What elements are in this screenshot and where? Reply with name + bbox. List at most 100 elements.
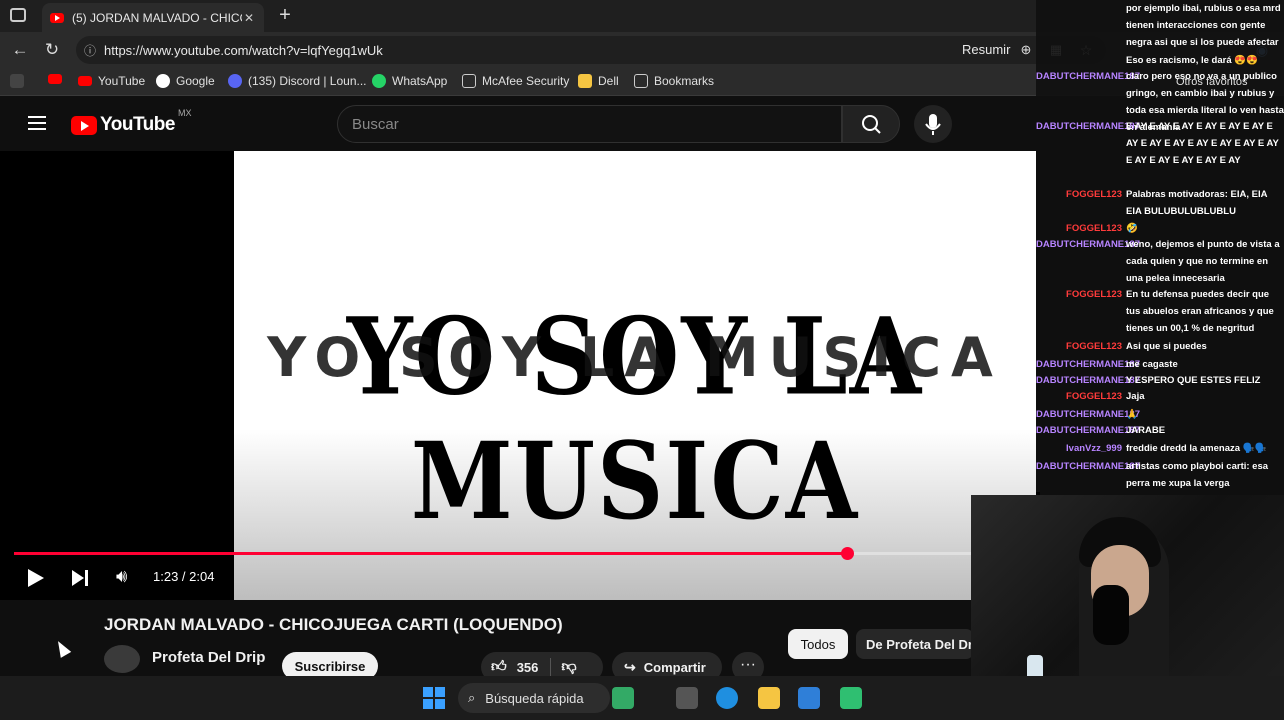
tab-title: (5) JORDAN MALVADO - CHICOJU (72, 10, 242, 25)
channel-avatar[interactable] (104, 645, 140, 673)
like-icon[interactable]: 👍︎ (491, 658, 507, 676)
chat-username: FOGGEL123 (1066, 223, 1122, 234)
summarize-button[interactable]: Resumir (962, 42, 1010, 57)
chat-text: Palabras motivadoras: EIA, EIA EIA BULUB… (1126, 189, 1268, 217)
page-icon (634, 74, 648, 88)
task-view-icon[interactable] (676, 687, 698, 709)
app-icon[interactable] (840, 687, 862, 709)
play-icon[interactable] (28, 569, 44, 587)
chat-username (1036, 52, 1126, 69)
search-input[interactable]: Buscar (337, 105, 842, 143)
chat-username: DABUTCHERMANE187 (1036, 461, 1140, 472)
back-arrow-icon[interactable]: ← (10, 40, 30, 60)
mouse-cursor-icon (52, 638, 72, 658)
chat-username: IvanVzz_999 (1066, 443, 1122, 454)
chat-username (1036, 0, 1126, 51)
video-frame: YO SOY LA MUSICA YO SOY LA MUSICA (234, 151, 1036, 600)
chat-text: Eso es racismo, le dará 😍😍 (1126, 55, 1258, 66)
windows-start-icon[interactable] (423, 687, 445, 709)
bookmark-whatsapp[interactable]: WhatsApp (372, 74, 447, 88)
discord-icon (228, 74, 242, 88)
page-icon (462, 74, 476, 88)
microphone-object (1093, 585, 1129, 645)
chat-username: FOGGEL123 (1066, 289, 1122, 300)
chat-text: Asi que si puedes (1126, 341, 1207, 352)
chat-username: DABUTCHERMANE187 (1036, 375, 1140, 386)
tab-close-button[interactable]: ✕ (242, 11, 256, 25)
url-text: https://www.youtube.com/watch?v=lqfYegq1… (104, 42, 383, 58)
progress-fill (14, 552, 848, 555)
bookmark-bookmarks[interactable]: Bookmarks (634, 74, 714, 88)
site-info-icon[interactable]: ⓘ (76, 42, 104, 59)
chat-text: por ejemplo ibai, rubius o esa mrd tiene… (1126, 3, 1281, 48)
chat-message: DABUTCHERMANE187 Y ESPERO QUE ESTES FELIZ (1036, 372, 1284, 389)
bookmark-google[interactable]: Google (156, 74, 215, 88)
share-icon: ↪ (624, 658, 636, 675)
bookmark-discord[interactable]: (135) Discord | Loun... (228, 74, 367, 88)
chat-text: Y ESPERO QUE ESTES FELIZ (1126, 375, 1261, 386)
url-field[interactable]: ⓘ https://www.youtube.com/watch?v=lqfYeg… (76, 36, 1106, 64)
bookmark-dell-folder[interactable]: Dell (578, 74, 619, 88)
chat-username: DABUTCHERMANE187 (1036, 409, 1140, 420)
chat-message: FOGGEL123 🤣 (1036, 220, 1284, 237)
channel-name[interactable]: Profeta Del Drip (152, 649, 265, 666)
progress-bar[interactable] (14, 547, 972, 560)
chat-username: DABUTCHERMANE187 (1036, 425, 1140, 436)
chat-text: artistas como playboi carti: esa perra m… (1126, 461, 1269, 489)
chip-all[interactable]: Todos (788, 629, 848, 659)
file-explorer-icon[interactable] (758, 687, 780, 709)
widget-icon[interactable] (612, 687, 634, 709)
webcam-overlay (971, 495, 1284, 685)
youtube-logo[interactable]: YouTube MX (71, 108, 191, 136)
chat-username: FOGGEL123 (1066, 341, 1122, 352)
video-title: JORDAN MALVADO - CHICOJUEGA CARTI (LOQUE… (104, 615, 563, 634)
chat-text: 🙏 (1126, 409, 1138, 420)
other-favorites[interactable]: Otros favoritos (1176, 76, 1248, 88)
next-icon[interactable] (72, 570, 90, 586)
chat-username: FOGGEL123 (1066, 189, 1122, 200)
youtube-play-icon (71, 115, 97, 135)
youtube-icon (78, 76, 92, 86)
browser-tab-active[interactable]: (5) JORDAN MALVADO - CHICOJU ✕ (42, 3, 264, 32)
video-player[interactable]: YO SOY LA MUSICA YO SOY LA MUSICA 🔊︎ 1:2… (0, 151, 1040, 600)
chat-text: me cagaste (1126, 359, 1178, 370)
whatsapp-icon (372, 74, 386, 88)
dislike-icon[interactable]: 👎︎ (561, 658, 576, 676)
chat-username: DABUTCHERMANE187 (1036, 239, 1140, 250)
new-tab-button[interactable]: + (275, 5, 295, 25)
chat-message: por ejemplo ibai, rubius o esa mrd tiene… (1036, 0, 1284, 51)
video-caption-overlay: YO SOY LA MUSICA (267, 326, 1003, 389)
taskbar-search[interactable]: ⌕ Búsqueda rápida (458, 683, 610, 713)
time-display: 1:23 / 2:04 (153, 569, 215, 584)
like-count[interactable]: 356 (517, 660, 539, 675)
bookmark-youtube-red-icon[interactable] (48, 74, 68, 84)
chat-message: FOGGEL123 Asi que si puedes (1036, 338, 1284, 355)
chip-from-channel[interactable]: De Profeta Del Drip (856, 629, 974, 659)
youtube-header: YouTube MX Buscar (0, 97, 1040, 151)
edge-browser-icon[interactable] (716, 687, 738, 709)
apps-icon[interactable] (10, 74, 30, 88)
window-menu-icon[interactable] (10, 8, 26, 22)
translate-icon[interactable]: ⊕ (1016, 40, 1036, 60)
chat-message: DABUTCHERMANE187 me cagaste (1036, 356, 1284, 373)
youtube-favicon-icon (50, 12, 64, 23)
reload-icon[interactable]: ↻ (42, 40, 62, 60)
search-button[interactable] (842, 105, 900, 143)
microsoft-store-icon[interactable] (798, 687, 820, 709)
search-icon (862, 115, 881, 134)
chat-message: IvanVzz_999 freddie dredd la amenaza 🗣️🗣️ (1036, 440, 1284, 457)
chat-username: DABUTCHERMANE187 (1036, 359, 1140, 370)
chat-text: 🤣 (1126, 223, 1138, 234)
chat-text: Jaja (1126, 391, 1145, 402)
google-icon (156, 74, 170, 88)
bookmark-youtube[interactable]: YouTube (78, 74, 145, 88)
chat-message: DABUTCHERMANE187 weno, dejemos el punto d… (1036, 236, 1284, 287)
voice-search-button[interactable] (914, 105, 952, 143)
chat-message: FOGGEL123 Palabras motivadoras: EIA, EIA … (1036, 186, 1284, 220)
chat-text: weno, dejemos el punto de vista a cada q… (1126, 239, 1280, 284)
volume-icon[interactable]: 🔊︎ (116, 566, 127, 587)
chat-message: FOGGEL123 Jaja (1036, 388, 1284, 405)
bookmark-mcafee[interactable]: McAfee Security (462, 74, 569, 88)
menu-hamburger-icon[interactable] (28, 116, 46, 130)
chat-message: DABUTCHERMANE187 🙏 (1036, 406, 1284, 423)
